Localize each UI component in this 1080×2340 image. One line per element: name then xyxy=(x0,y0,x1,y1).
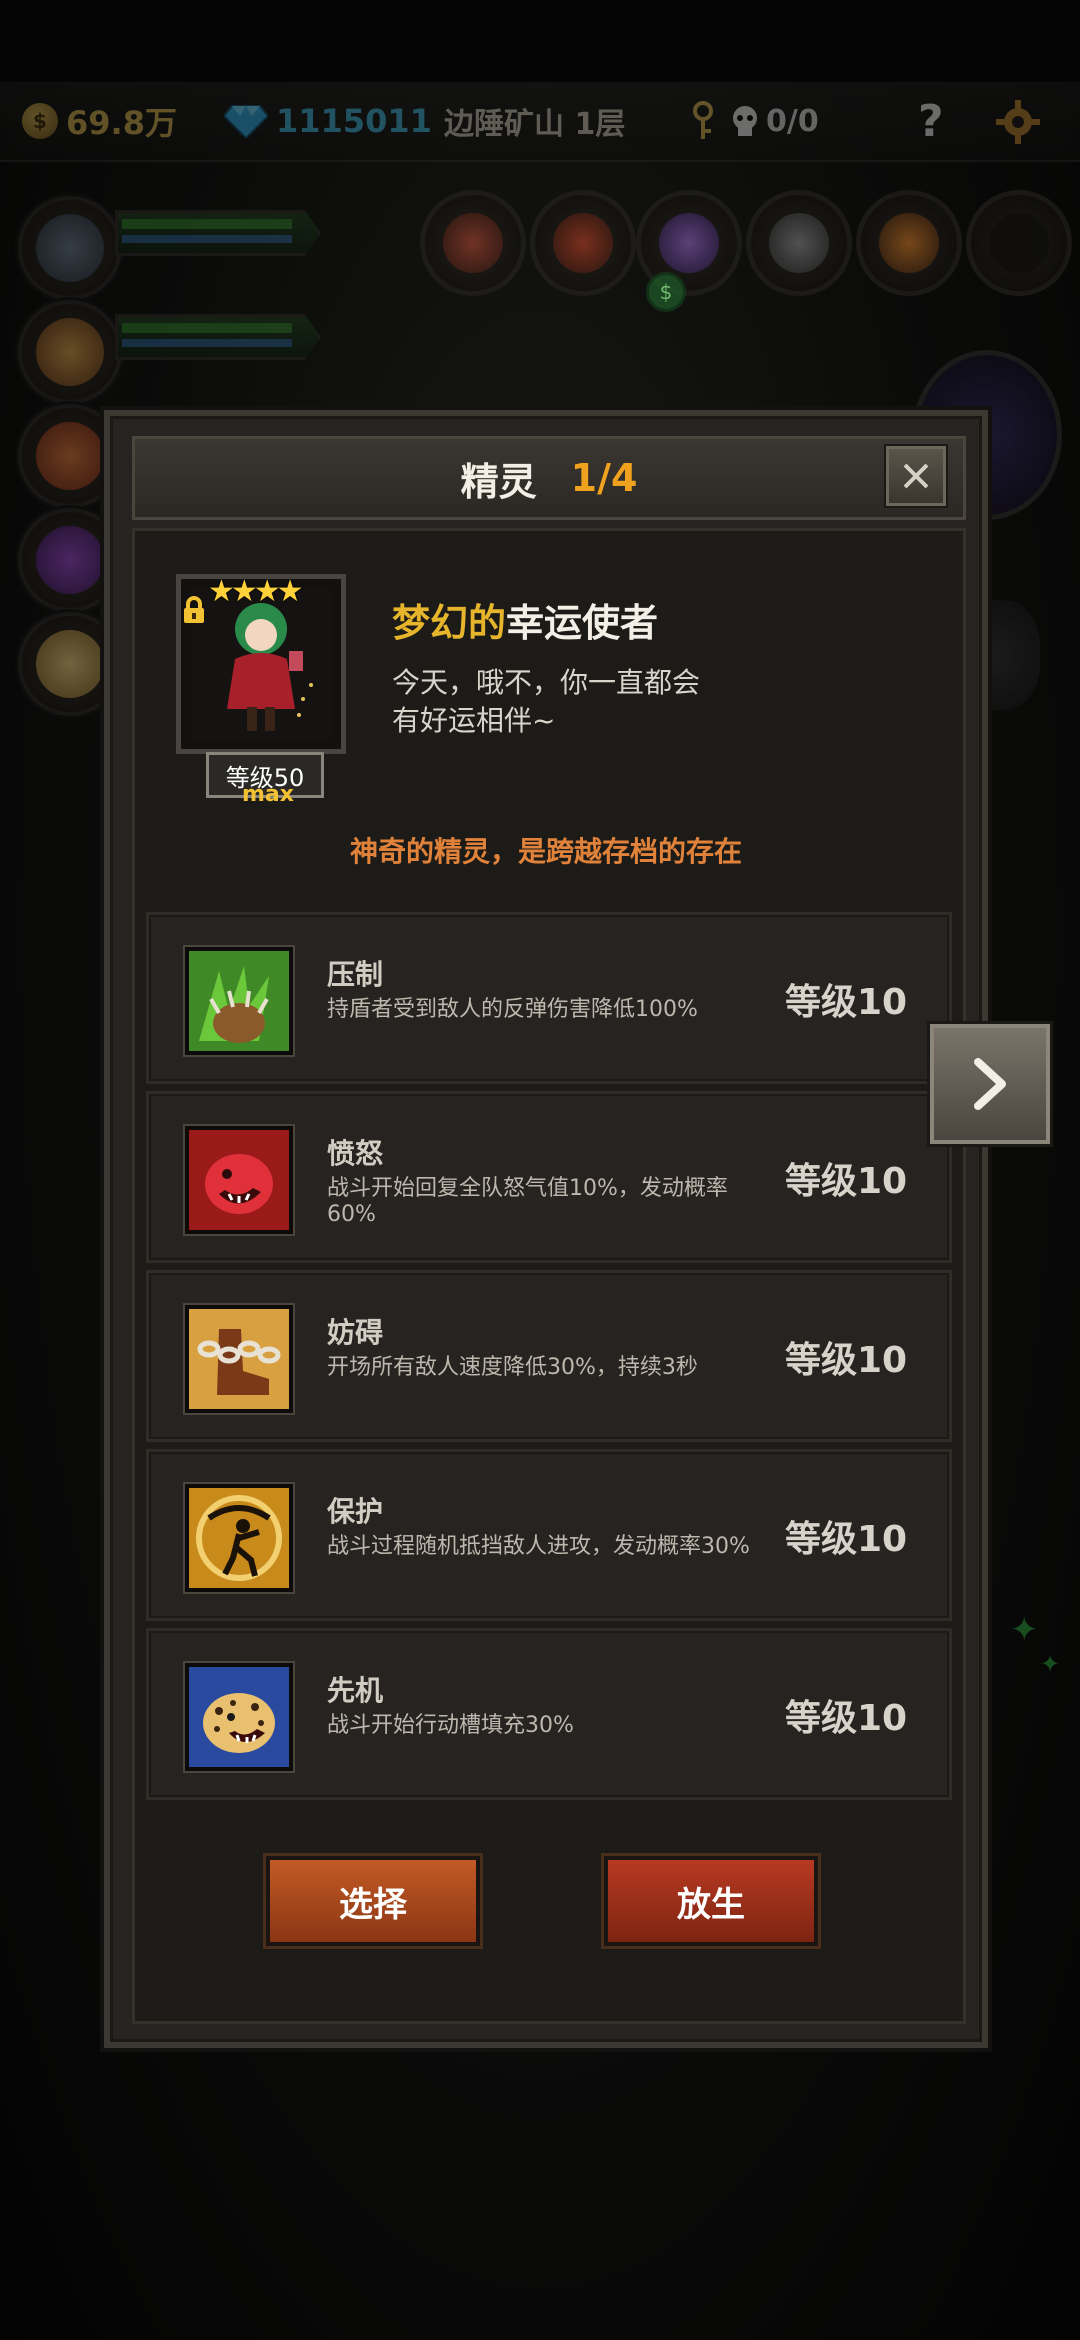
skill-level: 等级10 xyxy=(785,982,908,1023)
skull-icon xyxy=(733,106,757,136)
roaring-beast-icon xyxy=(185,1126,293,1234)
spirit-name: 梦幻的幸运使者 xyxy=(392,592,658,647)
battle-skill-slot-2[interactable] xyxy=(530,190,636,296)
gem-counter: 1115011 xyxy=(224,96,432,146)
key-count: 0/0 xyxy=(766,103,819,139)
hero-slot-1[interactable] xyxy=(18,196,122,300)
skill-level: 等级10 xyxy=(785,1340,908,1381)
gold-counter: $ 69.8万 xyxy=(22,96,177,146)
release-button[interactable]: 放生 xyxy=(604,1856,818,1946)
spirit-character-art xyxy=(191,589,331,739)
claw-icon xyxy=(185,947,293,1055)
hero-slot-2[interactable] xyxy=(18,300,122,404)
dialog-title-bar: 精灵 1/4 xyxy=(132,436,966,520)
battle-skill-slot-1[interactable] xyxy=(420,190,526,296)
skill-name: 保护 xyxy=(327,1495,384,1528)
skill-description: 持盾者受到敌人的反弹伤害降低100% xyxy=(327,997,698,1022)
hero-portrait xyxy=(36,630,104,698)
battle-skill-slot-6[interactable] xyxy=(966,190,1072,296)
next-spirit-button[interactable] xyxy=(930,1024,1050,1144)
hero-portrait xyxy=(36,422,104,490)
skill-name: 先机 xyxy=(327,1674,384,1707)
hero-portrait xyxy=(36,318,104,386)
lock-icon[interactable] xyxy=(182,596,206,624)
skill-level: 等级10 xyxy=(785,1161,908,1202)
chained-boot-icon xyxy=(185,1305,293,1413)
spirit-name-main: 幸运使者 xyxy=(506,601,659,645)
hero-hp-bar xyxy=(115,210,321,256)
coin-icon: $ xyxy=(22,103,58,139)
spirit-tagline: 神奇的精灵，是跨越存档的存在 xyxy=(349,835,742,868)
status-strip xyxy=(0,0,1080,82)
skill-level: 等级10 xyxy=(785,1519,908,1560)
skill-description: 战斗开始行动槽填充30% xyxy=(327,1713,574,1738)
help-button[interactable]: ? xyxy=(918,96,944,147)
sparkle-icon: ✦ xyxy=(1010,1610,1039,1650)
hero-portrait xyxy=(36,526,104,594)
skill-description: 开场所有敌人速度降低30%，持续3秒 xyxy=(327,1355,698,1380)
rarity-stars: ★★★★ xyxy=(208,574,304,609)
skill-row[interactable]: 愤怒 战斗开始回复全队怒气值10%，发动概率60% 等级10 xyxy=(146,1091,952,1263)
close-icon xyxy=(903,463,929,489)
hero-hp-bar xyxy=(115,314,321,360)
spirit-dialog: 精灵 1/4 ★★★★ 等级50 max 梦幻的幸运使者 今天，哦不，你一直都会… xyxy=(104,410,988,2048)
sparkle-icon: ✦ xyxy=(1040,1650,1061,1678)
close-button[interactable] xyxy=(886,446,946,506)
skill-row[interactable]: 妨碍 开场所有敌人速度降低30%，持续3秒 等级10 xyxy=(146,1270,952,1442)
skill-row[interactable]: 保护 战斗过程随机抵挡敌人进攻，发动概率30% 等级10 xyxy=(146,1449,952,1621)
max-label: max xyxy=(242,782,294,807)
spirit-description: 今天，哦不，你一直都会 有好运相伴~ xyxy=(392,664,812,740)
dialog-title-row: 精灵 1/4 xyxy=(135,439,963,517)
page-indicator: 1/4 xyxy=(570,456,638,500)
gear-icon[interactable] xyxy=(994,98,1042,146)
gem-amount: 1115011 xyxy=(276,102,432,140)
battle-skill-slot-5[interactable] xyxy=(856,190,962,296)
select-button[interactable]: 选择 xyxy=(266,1856,480,1946)
dialog-title: 精灵 xyxy=(460,459,537,504)
skill-description: 战斗过程随机抵挡敌人进攻，发动概率30% xyxy=(327,1534,750,1559)
description-line: 有好运相伴~ xyxy=(392,704,556,737)
skill-badge-icon: $ xyxy=(646,272,686,312)
skill-row[interactable]: 压制 持盾者受到敌人的反弹伤害降低100% 等级10 xyxy=(146,912,952,1084)
skill-name: 压制 xyxy=(327,958,384,991)
key-icon xyxy=(693,101,713,139)
battle-skill-slot-4[interactable] xyxy=(746,190,852,296)
description-line: 今天，哦不，你一直都会 xyxy=(392,666,701,699)
leopard-icon xyxy=(185,1663,293,1771)
skill-row[interactable]: 先机 战斗开始行动槽填充30% 等级10 xyxy=(146,1628,952,1800)
skill-name: 愤怒 xyxy=(327,1137,384,1170)
shield-figure-icon xyxy=(185,1484,293,1592)
skill-name: 妨碍 xyxy=(327,1316,384,1349)
key-counter: 0/0 xyxy=(690,96,819,146)
location-label: 边陲矿山 1层 xyxy=(444,107,626,142)
skill-description: 战斗开始回复全队怒气值10%，发动概率60% xyxy=(327,1176,728,1227)
diamond-icon xyxy=(224,105,268,138)
gold-amount: 69.8万 xyxy=(66,104,177,142)
skill-level: 等级10 xyxy=(785,1698,908,1739)
hero-portrait xyxy=(36,214,104,282)
chevron-right-icon xyxy=(974,1058,1006,1110)
spirit-name-prefix: 梦幻的 xyxy=(392,601,507,645)
